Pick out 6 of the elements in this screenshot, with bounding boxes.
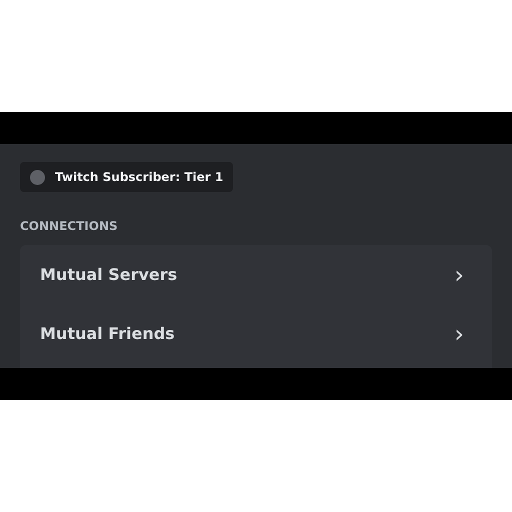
chevron-icon: › xyxy=(454,262,464,286)
role-name: Twitch Subscriber: Tier 1 xyxy=(55,170,224,184)
list-item[interactable]: Mutual Servers › xyxy=(20,245,492,304)
list-item[interactable]: Mutual Friends › xyxy=(20,304,492,363)
section-heading: CONNECTIONS xyxy=(20,219,119,233)
chevron-icon: › xyxy=(454,322,464,346)
